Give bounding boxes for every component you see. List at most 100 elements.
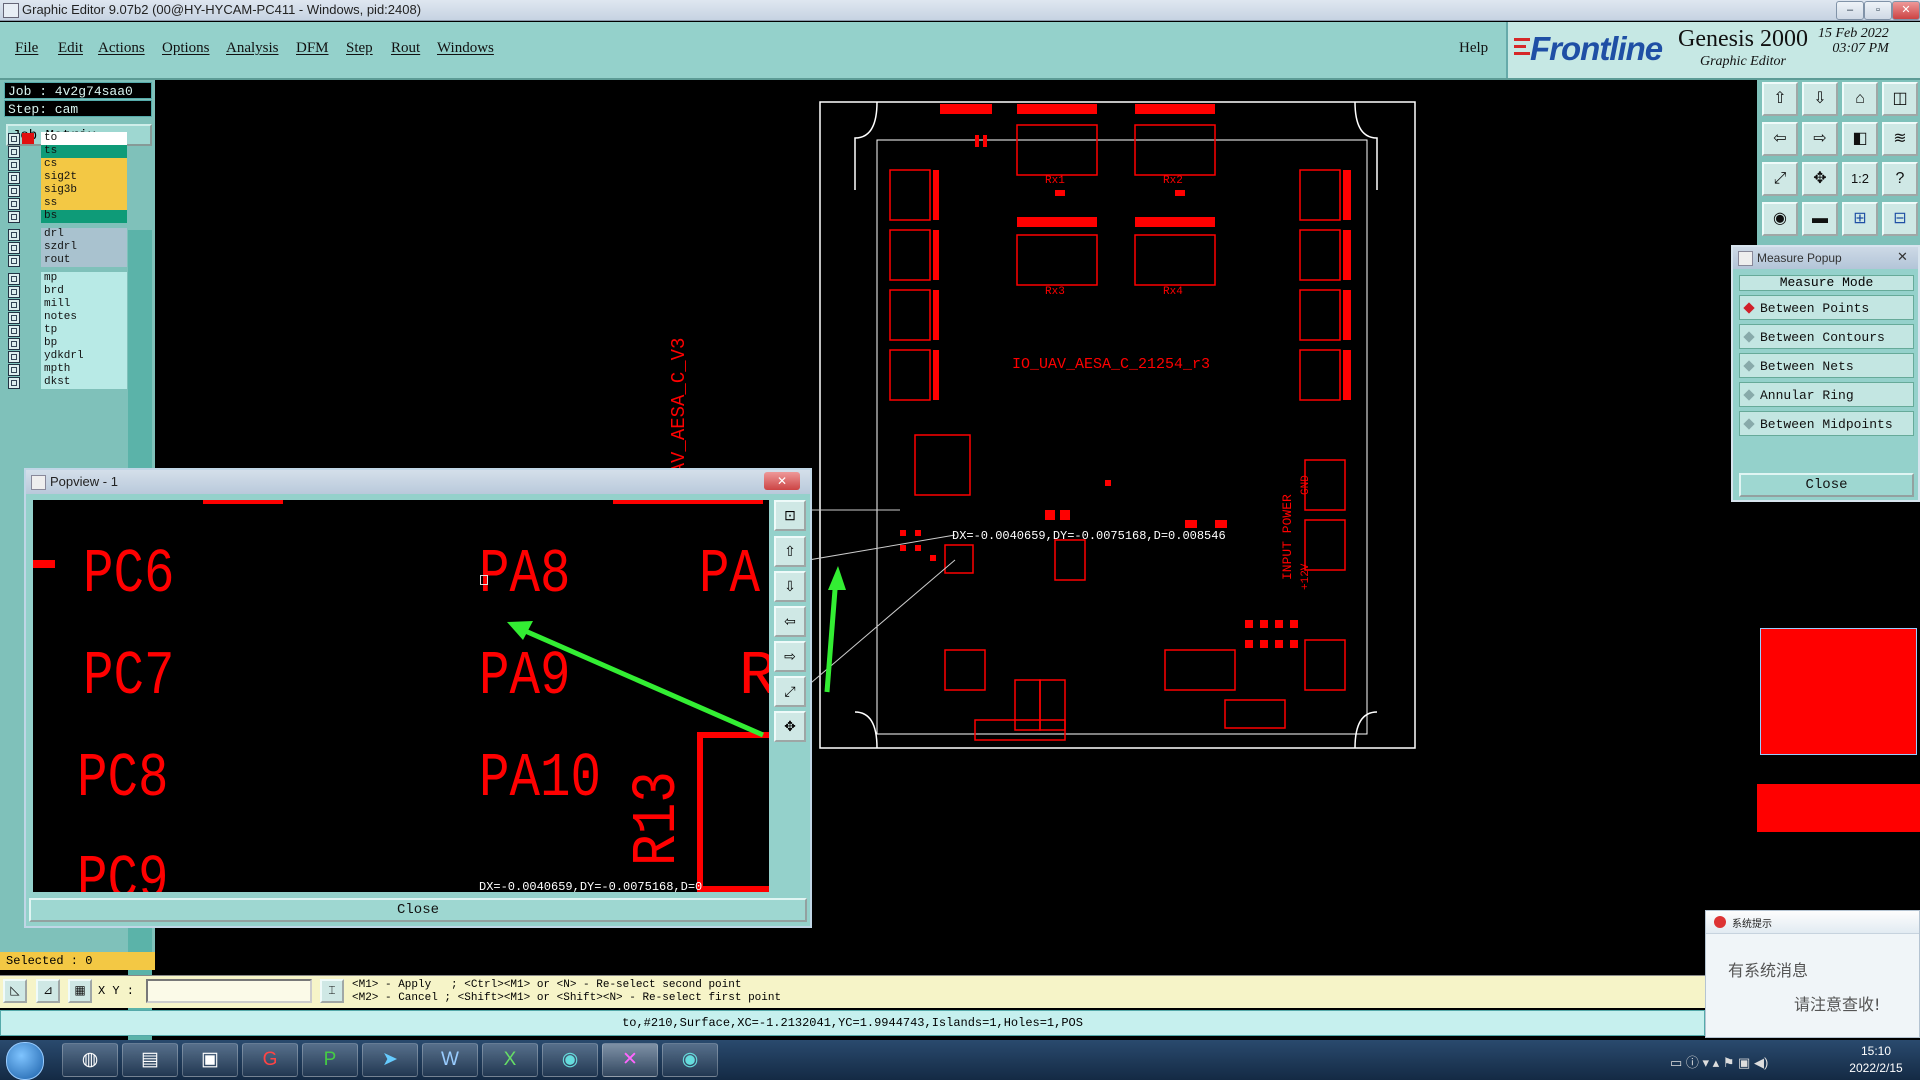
taskbar-messenger-icon[interactable]: ➤ [362,1043,418,1077]
xy-input[interactable] [146,979,312,1003]
layer-checkbox[interactable] [8,338,20,350]
layer-checkbox[interactable] [8,286,20,298]
taskbar-word-icon[interactable]: W [422,1043,478,1077]
layer-row-bs[interactable]: bs [6,210,127,224]
home-down-icon[interactable]: ⇩ [1802,82,1838,116]
popview-center-icon[interactable]: ✥ [774,711,806,742]
zoom-fit-icon[interactable]: ⤢ [1762,162,1798,196]
mirror-icon[interactable]: ◧ [1842,122,1878,156]
measure-option-between-midpoints[interactable]: Between Midpoints [1739,411,1914,436]
popview-up-icon[interactable]: ⇧ [774,536,806,567]
redraw-icon[interactable]: ≋ [1882,122,1918,156]
layer-checkbox[interactable] [8,364,20,376]
layer-row-mill[interactable]: mill [6,298,127,312]
layer-row-mp[interactable]: mp [6,272,127,286]
popview-fit-icon[interactable]: ⤢ [774,676,806,707]
layer-name[interactable]: bp [41,337,127,350]
layer-checkbox[interactable] [8,273,20,285]
layer-checkbox[interactable] [8,351,20,363]
layer-checkbox[interactable] [8,299,20,311]
zoom-center-icon[interactable]: ✥ [1802,162,1838,196]
eye-icon[interactable]: ◉ [1762,202,1798,236]
layer-checkbox[interactable] [8,185,20,197]
layer-name[interactable]: ts [41,145,127,158]
layer-name[interactable]: ydkdrl [41,350,127,363]
taskbar-genesis-2-icon[interactable]: ◉ [662,1043,718,1077]
popview-zoom-icon[interactable]: ⊡ [774,500,806,531]
measure-close-button[interactable]: Close [1739,473,1914,497]
scale-one-to-two-icon[interactable]: 1:2 [1842,162,1878,196]
layer-row-rout[interactable]: rout [6,254,127,268]
layer-name[interactable]: cs [41,158,127,171]
menu-help[interactable]: Help [1459,40,1488,57]
layer-row-brd[interactable]: brd [6,285,127,299]
layer-row-dkst[interactable]: dkst [6,376,127,390]
grid-icon[interactable]: ▦ [68,979,92,1003]
layer-row-notes[interactable]: notes [6,311,127,325]
home-icon[interactable]: ⌂ [1842,82,1878,116]
menu-edit[interactable]: Edit [58,40,83,57]
layer-name[interactable]: mpth [41,363,127,376]
layer-name[interactable]: mill [41,298,127,311]
layer-checkbox[interactable] [8,159,20,171]
popview-down-icon[interactable]: ⇩ [774,571,806,602]
layer-row-szdrl[interactable]: szdrl [6,241,127,255]
close-window-button[interactable]: ✕ [1892,1,1920,20]
layout-icon[interactable]: ◫ [1882,82,1918,116]
layer-row-sig2t[interactable]: sig2t [6,171,127,185]
menu-options[interactable]: Options [162,40,210,57]
taskbar-app-g-icon[interactable]: G [242,1043,298,1077]
layer-name[interactable]: mp [41,272,127,285]
popview-left-icon[interactable]: ⇦ [774,606,806,637]
layer-row-bp[interactable]: bp [6,337,127,351]
menu-windows[interactable]: Windows [437,40,494,57]
layer-name[interactable]: drl [41,228,127,241]
layer-row-tp[interactable]: tp [6,324,127,338]
layer-row-mpth[interactable]: mpth [6,363,127,377]
popview-close-icon[interactable]: ✕ [764,472,800,490]
layer-checkbox[interactable] [8,312,20,324]
taskbar-notes-icon[interactable]: ▤ [122,1043,178,1077]
layer-name[interactable]: sig2t [41,171,127,184]
measure-option-between-nets[interactable]: Between Nets [1739,353,1914,378]
layer-row-sig3b[interactable]: sig3b [6,184,127,198]
tray-icons[interactable]: ▭ ⓘ ▾ ▴ ⚑ ▣ ◀) [1670,1052,1768,1071]
pan-left-icon[interactable]: ⇦ [1762,122,1798,156]
popview-close-button[interactable]: Close [29,898,807,922]
measure-option-annular-ring[interactable]: Annular Ring [1739,382,1914,407]
netlist-icon[interactable]: ⊞ [1842,202,1878,236]
layer-checkbox[interactable] [8,255,20,267]
layer-row-cs[interactable]: cs [6,158,127,172]
menu-rout[interactable]: Rout [391,40,420,57]
minimize-button[interactable]: – [1836,1,1864,20]
layer-name[interactable]: sig3b [41,184,127,197]
angle-icon[interactable]: ⊿ [36,979,60,1003]
taskbar-shell-icon[interactable]: ◍ [62,1043,118,1077]
layer-checkbox[interactable] [8,198,20,210]
overview-thumbnail[interactable] [1757,620,1920,840]
layer-name[interactable]: notes [41,311,127,324]
layer-name[interactable]: tp [41,324,127,337]
popview-canvas[interactable]: PC6 PC7 PC8 PC9 PA8 PA9 PA10 PA R R13 DX… [33,500,769,892]
measure-option-between-contours[interactable]: Between Contours [1739,324,1914,349]
layer-checkbox[interactable] [8,229,20,241]
menu-dfm[interactable]: DFM [296,40,329,57]
layer-row-ss[interactable]: ss [6,197,127,211]
home-up-icon[interactable]: ⇧ [1762,82,1798,116]
layer-checkbox[interactable] [8,172,20,184]
layer-checkbox[interactable] [8,211,20,223]
snap-icon[interactable]: ◺ [3,979,27,1003]
popview-right-icon[interactable]: ⇨ [774,641,806,672]
pan-right-icon[interactable]: ⇨ [1802,122,1838,156]
layer-row-to[interactable]: to [6,132,127,146]
measure-tool-icon[interactable]: ▬ [1802,202,1838,236]
taskbar-xterm-icon[interactable]: ✕ [602,1043,658,1077]
layer-row-ts[interactable]: ts [6,145,127,159]
menu-actions[interactable]: Actions [98,40,145,57]
menu-analysis[interactable]: Analysis [226,40,279,57]
layer-name[interactable]: bs [41,210,127,223]
cursor-icon[interactable]: ⌶ [320,979,344,1003]
menu-step[interactable]: Step [346,40,373,57]
help-icon[interactable]: ? [1882,162,1918,196]
layers-icon[interactable]: ⊟ [1882,202,1918,236]
